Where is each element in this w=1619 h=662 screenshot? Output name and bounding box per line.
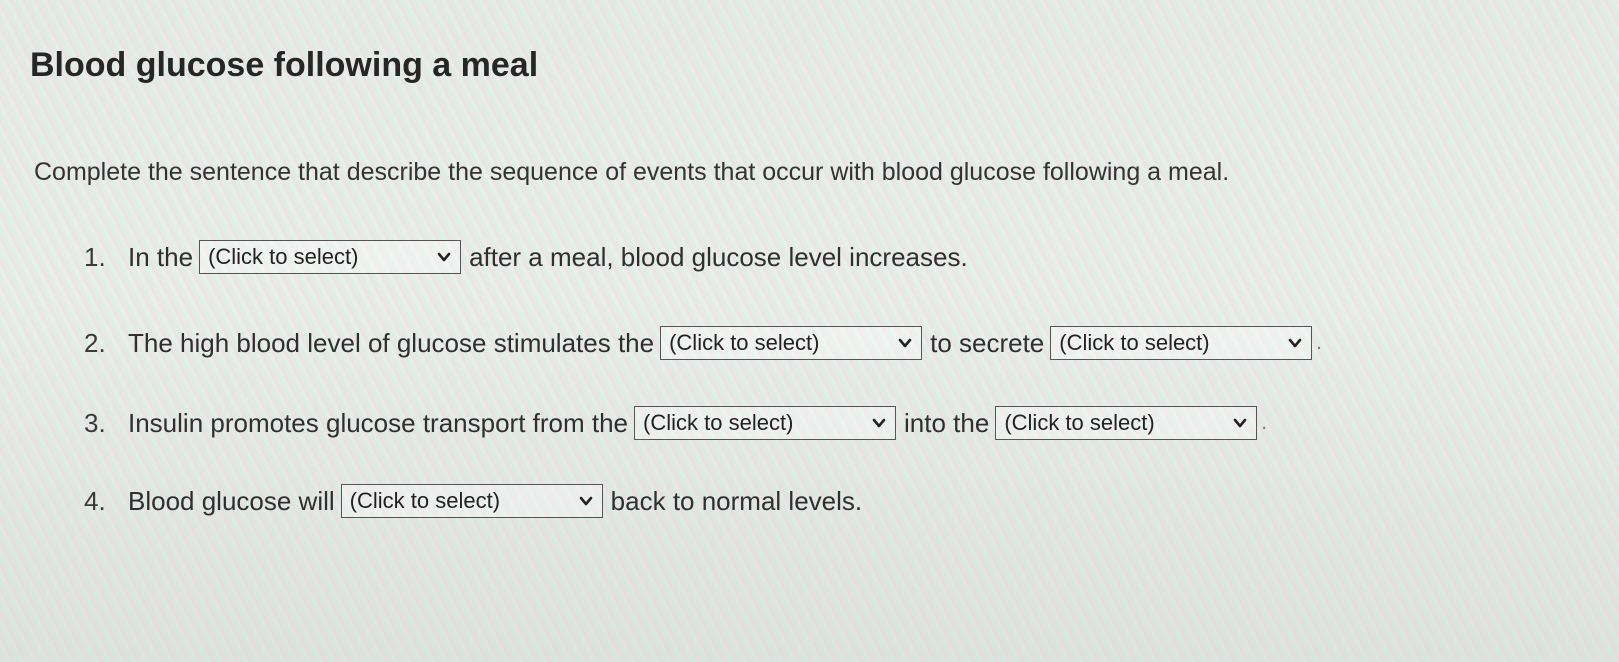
list-item-2: 2. The high blood level of glucose stimu… bbox=[84, 326, 1322, 360]
sentence-end: . bbox=[1261, 411, 1267, 434]
page-title: Blood glucose following a meal bbox=[30, 46, 539, 84]
select-label: (Click to select) bbox=[669, 330, 820, 355]
select-label: (Click to select) bbox=[1059, 330, 1210, 355]
sentence-end: . bbox=[1316, 331, 1322, 354]
list-item-3: 3. Insulin promotes glucose transport fr… bbox=[84, 406, 1267, 440]
item-text-after: back to normal levels. bbox=[610, 485, 863, 516]
select-label: (Click to select) bbox=[349, 488, 501, 513]
item-number: 3. bbox=[84, 407, 106, 438]
chevron-down-icon bbox=[1234, 418, 1247, 428]
chevron-down-icon bbox=[872, 418, 886, 428]
select-label: (Click to select) bbox=[643, 410, 794, 435]
organ-select[interactable]: (Click to select) bbox=[660, 326, 923, 360]
glucose-change-select[interactable]: (Click to select) bbox=[340, 484, 603, 518]
hormone-select[interactable]: (Click to select) bbox=[1050, 326, 1313, 360]
instructions-text: Complete the sentence that describe the … bbox=[34, 158, 1230, 186]
item-number: 1. bbox=[84, 241, 106, 272]
select-label: (Click to select) bbox=[1004, 410, 1155, 435]
list-item-4: 4. Blood glucose will (Click to select) … bbox=[84, 484, 868, 518]
chevron-down-icon bbox=[1288, 338, 1302, 348]
item-text-before: The high blood level of glucose stimulat… bbox=[128, 327, 655, 358]
chevron-down-icon bbox=[898, 338, 912, 348]
item-text-middle: into the bbox=[904, 407, 990, 438]
destination-select[interactable]: (Click to select) bbox=[995, 406, 1258, 440]
chevron-down-icon bbox=[579, 496, 592, 506]
source-select[interactable]: (Click to select) bbox=[634, 406, 897, 440]
item-number: 4. bbox=[84, 485, 106, 516]
item-text-before: Blood glucose will bbox=[128, 485, 335, 516]
item-text-before: Insulin promotes glucose transport from … bbox=[128, 407, 629, 438]
item-text-after: after a meal, blood glucose level increa… bbox=[469, 241, 968, 272]
item-number: 2. bbox=[84, 327, 106, 358]
item-text-before: In the bbox=[128, 241, 194, 272]
chevron-down-icon bbox=[437, 252, 451, 262]
item-text-middle: to secrete bbox=[930, 327, 1045, 358]
timing-select[interactable]: (Click to select) bbox=[199, 240, 462, 274]
question-page: Blood glucose following a meal Complete … bbox=[0, 0, 1619, 662]
list-item-1: 1. In the (Click to select) after a meal… bbox=[84, 240, 974, 274]
select-label: (Click to select) bbox=[208, 244, 359, 269]
